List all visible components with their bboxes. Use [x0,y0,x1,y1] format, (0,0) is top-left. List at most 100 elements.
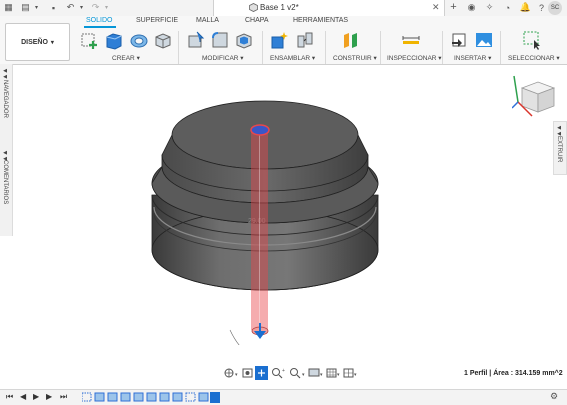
job-status-icon[interactable]: ◔ [502,2,513,13]
pan-icon[interactable] [255,366,268,380]
timeline-feature-icon[interactable] [159,392,170,402]
document-tab[interactable]: Base 1 v2* ✕ [213,0,445,16]
undo-icon[interactable]: ↶ [65,2,76,13]
navigation-toolbar: ▾ + ▾ ▾ ▾ ▾ [224,366,357,380]
close-tab-icon[interactable]: ✕ [432,2,440,13]
timeline-sketch-icon[interactable] [185,392,196,402]
extrude-drag-arrow-icon[interactable] [254,331,266,339]
orbit-icon[interactable] [224,368,234,378]
group-modificar-label: MODIFICAR [202,55,239,62]
svg-text:▾: ▾ [235,372,238,378]
group-crear-label: CREAR [112,55,135,62]
group-crear[interactable]: CREAR ▾ [112,54,140,62]
zoom-window-icon[interactable] [272,368,283,379]
timeline-feature-icon[interactable] [198,392,209,402]
press-pull-icon[interactable] [186,30,206,50]
redo-icon[interactable]: ↷ [90,2,101,13]
tab-herramientas[interactable]: HERRAMIENTAS [293,17,348,24]
group-modificar[interactable]: MODIFICAR ▾ [202,54,244,62]
insert-image-icon[interactable] [474,30,494,50]
timeline-bar: ⏮ ◀ ▶ ▶ ⏭ ⚙ [0,389,567,405]
tab-superficie[interactable]: SUPERFICIE [136,17,178,24]
svg-text:▾: ▾ [320,372,323,378]
tab-solido[interactable]: SOLIDO [86,17,112,24]
joint-icon[interactable] [295,30,315,50]
comments-label: COMENTARIOS [2,160,8,205]
new-component-icon[interactable] [270,30,290,50]
notifications-icon[interactable]: 🔔 [520,2,531,13]
step-back-icon[interactable]: ◀ [20,392,26,401]
svg-text:▾: ▾ [337,372,340,378]
file-menu-chevron-icon[interactable]: ▾ [31,2,42,13]
sketch-profile-circle[interactable] [250,124,270,136]
file-icon[interactable]: ▤ [20,2,31,13]
selection-status: 1 Perfil | Área : 314.159 mm^2 [464,370,563,377]
save-icon[interactable]: ▪ [48,2,59,13]
create-sketch-icon[interactable] [80,30,100,50]
timeline-feature-icon[interactable] [120,392,131,402]
3d-model-viewport[interactable]: 29.00 [140,85,390,345]
timeline-settings-icon[interactable]: ⚙ [550,391,558,402]
shell-icon[interactable] [234,30,254,50]
group-insertar[interactable]: INSERTAR ▾ [454,54,491,62]
timeline-features[interactable] [82,392,222,403]
new-tab-icon[interactable]: + [448,1,459,13]
separator [262,31,263,64]
group-construir[interactable]: CONSTRUIR ▾ [333,54,377,62]
app-grid-icon[interactable]: ▦ [3,2,14,13]
navigator-label: NAVEGADOR [2,80,8,118]
workspace-switcher-button[interactable]: DISEÑO ▾ [5,23,70,61]
separator [380,31,381,64]
step-forward-icon[interactable]: ▶ [46,392,52,401]
extensions-icon[interactable]: ✧ [484,2,495,13]
timeline-feature-icon[interactable] [94,392,105,402]
grid-snaps-icon[interactable] [326,368,337,378]
user-avatar[interactable]: SC [548,1,562,15]
go-to-start-icon[interactable]: ⏮ [6,392,13,402]
group-seleccionar[interactable]: SELECCIONAR ▾ [508,54,560,62]
display-settings-icon[interactable] [308,368,320,377]
help-icon[interactable]: ? [536,2,547,13]
timeline-feature-icon[interactable] [133,392,144,402]
zoom-fit-icon[interactable] [290,368,301,379]
look-at-icon[interactable] [242,368,253,378]
extrude-label: EXTRUIR [556,136,562,163]
timeline-feature-icon[interactable] [146,392,157,402]
go-to-end-icon[interactable]: ⏭ [60,392,67,402]
group-insertar-label: INSERTAR [454,55,487,62]
group-construir-label: CONSTRUIR [333,55,372,62]
svg-text:▾: ▾ [302,372,305,378]
play-icon[interactable]: ▶ [33,392,39,401]
viewports-icon[interactable] [343,368,354,378]
active-tab-indicator [84,26,116,28]
group-inspeccionar-label: INSPECCIONAR [387,55,437,62]
offset-plane-icon[interactable] [341,30,361,50]
timeline-feature-icon[interactable] [107,392,118,402]
timeline-sketch-icon[interactable] [82,392,92,402]
extrude-dialog-tab[interactable]: ◀◀ EXTRUIR [553,121,567,175]
workspace-label: DISEÑO [21,38,48,46]
chevron-down-icon: ▾ [50,39,54,46]
separator [500,31,501,64]
fillet-icon[interactable] [210,30,230,50]
tab-chapa[interactable]: CHAPA [245,17,269,24]
data-panel-icon[interactable]: ◉ [466,2,477,13]
group-ensamblar[interactable]: ENSAMBLAR ▾ [270,54,315,62]
separator [325,31,326,64]
measure-icon[interactable] [401,30,421,50]
insert-derive-icon[interactable] [449,30,469,50]
tab-malla[interactable]: MALLA [196,17,219,24]
undo-chevron-icon[interactable]: ▾ [76,2,87,13]
viewcube[interactable] [512,72,560,120]
box-icon[interactable] [153,30,173,50]
redo-chevron-icon[interactable]: ▾ [101,2,112,13]
expand-arrows-icon[interactable]: ◀◀ [2,68,8,80]
select-icon[interactable] [522,30,542,50]
timeline-feature-icon[interactable] [172,392,183,402]
toolbar-ribbon: DISEÑO ▾ SOLIDO SUPERFICIE MALLA CHAPA H… [0,16,567,65]
browser-side-panel[interactable]: ◀◀ NAVEGADOR ◀◀ COMENTARIOS [0,64,13,236]
revolve-icon[interactable] [129,30,149,50]
extrude-icon[interactable] [104,30,124,50]
group-inspeccionar[interactable]: INSPECCIONAR ▾ [387,54,442,62]
timeline-current-feature[interactable] [210,392,220,403]
